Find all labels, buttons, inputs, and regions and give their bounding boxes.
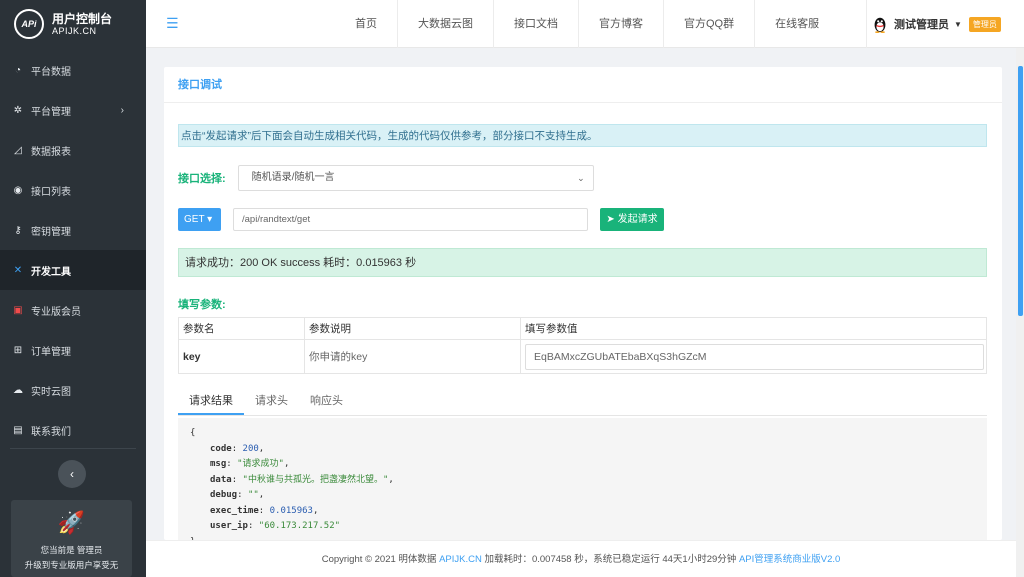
user-name: 测试管理员 [894, 19, 949, 31]
column-header: 参数说明 [304, 317, 521, 340]
nav-online-support[interactable]: 在线客服 [755, 0, 839, 48]
sidebar-item-api-list[interactable]: ◉ 接口列表 [0, 170, 146, 210]
footer-stats: 加载耗时：0.007458 秒，系统已稳定运行 44天1小时29分钟 [481, 554, 739, 565]
caret-down-icon: ▾ [207, 214, 213, 225]
circle-icon: ◉ [13, 184, 23, 196]
sidebar-item-platform-manage[interactable]: ✲ 平台管理 › [0, 90, 146, 130]
upgrade-promo[interactable]: 🚀 您当前是 管理员 升级到专业版用户享受无 [11, 500, 132, 577]
api-logo-icon: APi [14, 9, 44, 39]
result-code-block: { code: 200, msg: "请求成功", data: "中秋谁与共孤光… [178, 418, 987, 540]
result-data: "中秋谁与共孤光。把盏凄然北望。" [242, 474, 389, 485]
hamburger-menu-icon[interactable]: ☰ [166, 15, 179, 32]
top-nav: 首页 大数据云图 接口文档 官方博客 官方QQ群 在线客服 [335, 0, 839, 48]
table-header-row: 参数名 参数说明 填写参数值 [178, 317, 987, 340]
result-tabs: 请求结果 请求头 响应头 [178, 389, 987, 416]
success-banner: 请求成功：200 OK success 耗时：0.015963 秒 [178, 248, 987, 277]
notice-banner: 点击“发起请求”后下面会自动生成相关代码，生成的代码仅供参考，部分接口不支持生成… [178, 124, 987, 147]
footer: Copyright © 2021 明体数据 APIJK.CN 加载耗时：0.00… [146, 540, 1016, 577]
param-value-input[interactable]: EqBAMxcZGUbATEbaBXqS3hGZcM [525, 343, 984, 370]
sidebar-nav: ◔ 平台数据 ✲ 平台管理 › ◿ 数据报表 ◉ 接口列表 ⚷ 密钥管理 ✕ 开发工具 ▣ 专业… [0, 50, 146, 450]
top-header: ☰ 首页 大数据云图 接口文档 官方博客 官方QQ群 在线客服 测试管理员 ▼ … [146, 0, 1024, 48]
chevron-right-icon: › [120, 104, 124, 116]
sidebar: APi 用户控制台 APIJK.CN ◔ 平台数据 ✲ 平台管理 › ◿ 数据报表 ◉ 接… [0, 0, 146, 577]
footer-copyright: Copyright © 2021 明体数据 [321, 554, 440, 565]
sidebar-item-cloud[interactable]: ☁ 实时云图 [0, 370, 146, 410]
role-badge: 管理员 [968, 16, 1001, 32]
scrollbar-thumb[interactable] [1018, 66, 1023, 316]
table-icon: ⊞ [13, 344, 23, 356]
table-row: key 你申请的key EqBAMxcZGUbATEbaBXqS3hGZcM [178, 339, 987, 374]
sidebar-divider [10, 448, 136, 449]
paper-plane-icon: ➤ [606, 214, 615, 225]
api-select-row: 接口选择: 随机语录/随机一言 ⌄ [178, 165, 594, 191]
sidebar-item-key-manage[interactable]: ⚷ 密钥管理 [0, 210, 146, 250]
qq-penguin-icon [874, 17, 886, 33]
result-msg: "请求成功" [237, 459, 284, 469]
brand[interactable]: APi 用户控制台 APIJK.CN [0, 0, 146, 48]
area-chart-icon: ◿ [14, 144, 22, 156]
caret-down-icon: ▼ [954, 19, 962, 29]
tools-icon: ✕ [13, 264, 23, 276]
column-header: 参数名 [178, 317, 305, 340]
url-input[interactable]: /api/randtext/get [233, 208, 588, 231]
footer-version-link[interactable]: API管理系统商业版V2.0 [739, 554, 840, 565]
brand-domain: APIJK.CN [52, 25, 97, 36]
sidebar-item-platform-data[interactable]: ◔ 平台数据 [0, 50, 146, 90]
cloud-icon: ☁ [13, 384, 23, 396]
method-dropdown-button[interactable]: GET ▾ [178, 208, 221, 231]
tab-response-headers[interactable]: 响应头 [299, 389, 354, 415]
promo-line1: 您当前是 管理员 [40, 545, 103, 555]
api-debug-panel: 接口调试 点击“发起请求”后下面会自动生成相关代码，生成的代码仅供参考，部分接口… [164, 67, 1002, 540]
params-table: 参数名 参数说明 填写参数值 key 你申请的key EqBAMxcZGUbAT… [178, 317, 987, 374]
send-request-button[interactable]: ➤ 发起请求 [600, 208, 664, 231]
chevron-down-icon: ⌄ [577, 173, 585, 183]
result-user-ip: "60.173.217.52" [258, 521, 341, 531]
result-code: 200 [242, 443, 259, 454]
key-icon: ⚷ [14, 224, 22, 236]
api-select-label: 接口选择: [178, 173, 226, 185]
promo-line2: 升级到专业版用户享受无 [24, 560, 119, 570]
brand-title: 用户控制台 [52, 11, 113, 26]
api-select[interactable]: 随机语录/随机一言 ⌄ [237, 165, 594, 191]
param-name: key [178, 339, 305, 374]
sidebar-item-vip[interactable]: ▣ 专业版会员 [0, 290, 146, 330]
contact-card-icon: ▤ [13, 424, 23, 436]
user-menu[interactable]: 测试管理员 ▼ 管理员 [866, 0, 1001, 48]
sidebar-item-dev-tools[interactable]: ✕ 开发工具 [0, 250, 146, 290]
nav-home[interactable]: 首页 [335, 0, 398, 48]
nav-api-docs[interactable]: 接口文档 [494, 0, 579, 48]
param-desc: 你申请的key [304, 339, 521, 374]
column-header: 填写参数值 [520, 317, 987, 340]
sidebar-item-orders[interactable]: ⊞ 订单管理 [0, 330, 146, 370]
sidebar-item-contact[interactable]: ▤ 联系我们 [0, 410, 146, 450]
result-debug: "" [247, 490, 259, 500]
panel-title: 接口调试 [164, 67, 1002, 103]
tab-result[interactable]: 请求结果 [178, 389, 244, 415]
request-row: GET ▾ /api/randtext/get ➤ 发起请求 [178, 208, 664, 231]
vip-icon: ▣ [13, 304, 23, 316]
params-label: 填写参数: [178, 299, 226, 311]
dashboard-icon: ◔ [14, 64, 22, 76]
sidebar-item-data-report[interactable]: ◿ 数据报表 [0, 130, 146, 170]
rocket-icon: 🚀 [57, 510, 86, 535]
nav-qq-group[interactable]: 官方QQ群 [664, 0, 756, 48]
gear-icon: ✲ [13, 104, 23, 116]
result-exec-time: 0.015963 [269, 505, 313, 516]
nav-bigdata-cloud[interactable]: 大数据云图 [398, 0, 494, 48]
footer-site-link[interactable]: APIJK.CN [439, 554, 482, 565]
sidebar-collapse-button[interactable]: ‹ [58, 460, 86, 488]
chevron-left-icon: ‹ [70, 467, 74, 481]
tab-request-headers[interactable]: 请求头 [244, 389, 299, 415]
nav-blog[interactable]: 官方博客 [579, 0, 664, 48]
